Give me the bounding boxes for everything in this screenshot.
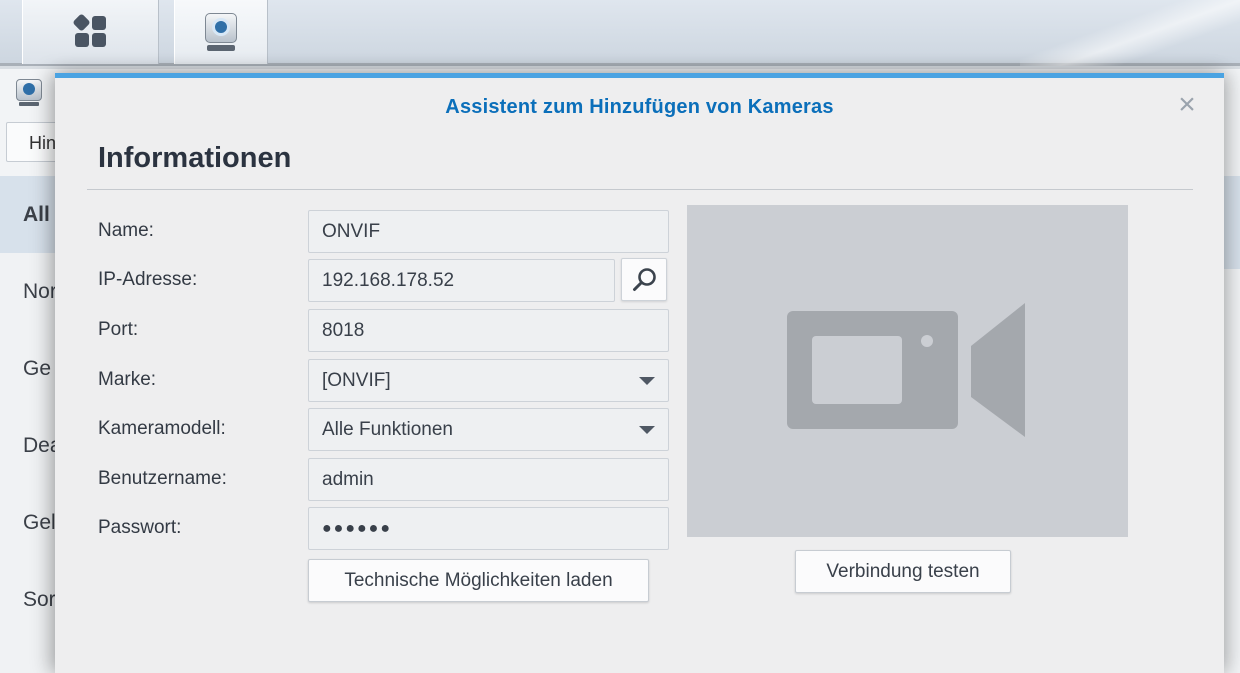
chevron-down-icon [639, 425, 655, 434]
test-connection-button[interactable]: Verbindung testen [795, 550, 1011, 593]
sidebar-item-6[interactable]: Sor [0, 561, 60, 638]
username-field[interactable]: admin [308, 458, 669, 501]
camera-model-select[interactable]: Alle Funktionen [308, 408, 669, 451]
port-value: 8018 [322, 319, 365, 341]
ip-value: 192.168.178.52 [322, 269, 455, 291]
dialog-title: Assistent zum Hinzufügen von Kameras [445, 96, 834, 118]
background-sidebar: All Nor Ge Dea Gel Sor [0, 176, 62, 673]
camera-preview [687, 205, 1128, 537]
sidebar-item-2[interactable]: Nor [0, 253, 60, 330]
search-button[interactable] [621, 258, 667, 301]
brand-value: [ONVIF] [322, 369, 391, 391]
camera-app-small-icon [16, 79, 42, 107]
divider [87, 189, 1193, 190]
port-label: Port: [98, 319, 139, 340]
chevron-down-icon [639, 376, 655, 385]
password-field[interactable]: ●●●●●● [308, 507, 669, 550]
name-label: Name: [98, 220, 154, 241]
add-camera-dialog: Assistent zum Hinzufügen von Kameras × I… [55, 73, 1224, 673]
model-label: Kameramodell: [98, 418, 226, 439]
name-field[interactable]: ONVIF [308, 210, 669, 253]
sidebar-item-all[interactable]: All [0, 176, 60, 253]
search-icon [633, 268, 656, 291]
load-capabilities-button[interactable]: Technische Möglichkeiten laden [308, 559, 649, 602]
section-heading: Informationen [98, 142, 292, 174]
port-field[interactable]: 8018 [308, 309, 669, 352]
model-value: Alle Funktionen [322, 418, 453, 440]
ip-address-field[interactable]: 192.168.178.52 [308, 259, 615, 302]
main-menu-button[interactable] [22, 0, 159, 64]
surveillance-station-button[interactable] [174, 0, 268, 64]
brand-select[interactable]: [ONVIF] [308, 359, 669, 402]
video-camera-icon [787, 303, 1025, 437]
close-icon[interactable]: × [1176, 90, 1198, 120]
password-label: Passwort: [98, 517, 182, 538]
brand-label: Marke: [98, 369, 157, 390]
password-value: ●●●●●● [322, 519, 392, 537]
username-value: admin [322, 468, 374, 490]
ip-label: IP-Adresse: [98, 269, 198, 290]
taskbar-sheen [1020, 0, 1240, 66]
sidebar-item-3[interactable]: Ge [0, 330, 60, 407]
camera-app-icon [201, 11, 241, 53]
taskbar [0, 0, 1240, 66]
sidebar-item-5[interactable]: Gel [0, 484, 60, 561]
username-label: Benutzername: [98, 468, 227, 489]
sidebar-item-4[interactable]: Dea [0, 407, 62, 484]
name-value: ONVIF [322, 220, 381, 242]
grid-icon [71, 13, 109, 50]
